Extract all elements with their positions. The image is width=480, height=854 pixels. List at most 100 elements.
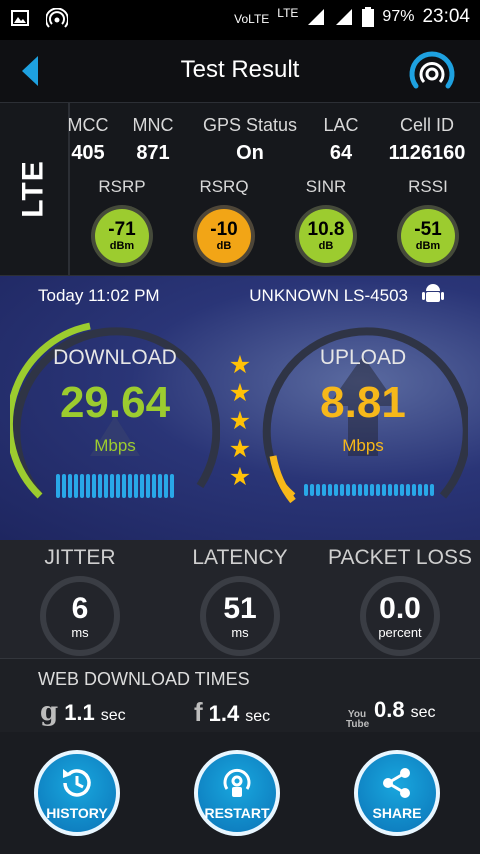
star-icon: ★ [228, 407, 252, 435]
speed-bar [328, 484, 332, 496]
speed-bar [400, 484, 404, 496]
speed-bar [412, 484, 416, 496]
speed-bar [346, 484, 350, 496]
metric-packet-loss: PACKET LOSS 0.0 percent [320, 546, 480, 656]
signal-metrics-row: RSRP -71 dBm RSRQ -10 dB SINR 10.8 dB RS… [70, 177, 480, 273]
web-facebook: f 1.4 sec [194, 697, 271, 727]
rsrp-gauge: -71 dBm [91, 205, 153, 267]
metric-latency: LATENCY 51 ms [160, 546, 320, 656]
cell-id: Cell ID 1126160 [388, 115, 466, 164]
web-google: g 1.1 sec [40, 697, 126, 727]
speed-bar [424, 484, 428, 496]
download-unit: Mbps [94, 436, 136, 455]
app-header: Test Result [0, 40, 480, 102]
upload-unit: Mbps [342, 436, 384, 455]
speed-bar [352, 484, 356, 496]
star-icon: ★ [228, 379, 252, 407]
status-bar: VoLTE LTE 97% 23:04 [0, 0, 480, 40]
speed-bar [158, 474, 162, 498]
youtube-icon: You Tube [346, 709, 370, 730]
speedtest-logo-icon[interactable] [406, 46, 458, 98]
web-download-panel: WEB DOWNLOAD TIMES g 1.1 sec f 1.4 sec Y… [0, 658, 480, 733]
device-name: UNKNOWN LS-4503 [249, 286, 408, 305]
cell-mcc: MCC 405 [67, 115, 109, 164]
web-download-title: WEB DOWNLOAD TIMES [38, 669, 250, 689]
metrics-row: JITTER 6 ms LATENCY 51 ms PACKET LOSS 0.… [0, 540, 480, 658]
speed-bar [56, 474, 60, 498]
network-info-panel: LTE MCC 405 MNC 871 GPS Status On LAC 64… [0, 102, 480, 276]
bottom-action-bar: HISTORY RESTART SHARE [0, 732, 480, 854]
download-bars [56, 474, 174, 498]
speed-bar [74, 474, 78, 498]
speed-bar [170, 474, 174, 498]
share-button[interactable]: SHARE [354, 750, 440, 836]
speed-bar [164, 474, 168, 498]
star-icon: ★ [228, 351, 252, 379]
battery-icon [362, 7, 375, 27]
speed-bar [340, 484, 344, 496]
restart-button[interactable]: RESTART [194, 750, 280, 836]
signal-rsrq: RSRQ -10 dB [184, 177, 264, 267]
android-icon [422, 284, 444, 302]
speed-bar [98, 474, 102, 498]
speed-bar [128, 474, 132, 498]
speed-bar [152, 474, 156, 498]
upload-dial: UPLOAD 8.81 Mbps [258, 316, 468, 526]
speed-bar [406, 484, 410, 496]
sinr-gauge: 10.8 dB [295, 205, 357, 267]
speed-bar [418, 484, 422, 496]
facebook-icon: f [194, 697, 203, 727]
speed-bar [364, 484, 368, 496]
latency-icon: 51 ms [200, 576, 280, 656]
speed-bar [394, 484, 398, 496]
google-icon: g [40, 697, 59, 727]
star-icon: ★ [228, 463, 252, 491]
clock: 23:04 [422, 6, 470, 27]
signal-rsrp: RSRP -71 dBm [82, 177, 162, 267]
speed-bar [140, 474, 144, 498]
gallery-icon [11, 10, 29, 26]
speed-result-panel: Today 11:02 PM UNKNOWN LS-4503 DOWNLOAD … [0, 276, 480, 540]
download-label: DOWNLOAD [53, 346, 177, 369]
speed-bar [316, 484, 320, 496]
speed-bar [376, 484, 380, 496]
speed-bar [134, 474, 138, 498]
speed-bar [430, 484, 434, 496]
speed-bar [334, 484, 338, 496]
speed-bar [304, 484, 308, 496]
signal-rssi: RSSI -51 dBm [388, 177, 468, 267]
speed-bar [68, 474, 72, 498]
speed-bar [86, 474, 90, 498]
speed-bar [80, 474, 84, 498]
cell-mnc: MNC 871 [132, 115, 174, 164]
speed-bar [104, 474, 108, 498]
rssi-gauge: -51 dBm [397, 205, 459, 267]
lte-indicator: LTE [277, 6, 299, 20]
rsrq-gauge: -10 dB [193, 205, 255, 267]
star-icon: ★ [228, 435, 252, 463]
speed-bar [122, 474, 126, 498]
speed-bar [116, 474, 120, 498]
rating-stars: ★ ★ ★ ★ ★ [228, 351, 252, 491]
battery-percent: 97% [382, 8, 415, 25]
cell-lac: LAC 64 [323, 115, 359, 164]
history-icon [63, 769, 91, 797]
speed-bar [370, 484, 374, 496]
test-date: Today 11:02 PM [38, 286, 160, 305]
jitter-icon: 6 ms [40, 576, 120, 656]
share-icon [383, 768, 410, 798]
upload-bars [304, 484, 434, 496]
download-dial: DOWNLOAD 29.64 Mbps [10, 316, 220, 526]
speed-bar [358, 484, 362, 496]
signal-strength-icon [308, 9, 325, 25]
signal-sinr: SINR 10.8 dB [286, 177, 366, 267]
volte-indicator: VoLTE [234, 12, 270, 26]
network-technology: LTE [0, 103, 70, 275]
restart-icon [223, 768, 251, 797]
signal-strength-2-icon [336, 9, 353, 25]
web-youtube: You Tube 0.8 sec [346, 697, 436, 730]
upload-value: 8.81 [320, 378, 406, 427]
history-button[interactable]: HISTORY [34, 750, 120, 836]
speed-bar [388, 484, 392, 496]
hotspot-icon [46, 8, 68, 28]
